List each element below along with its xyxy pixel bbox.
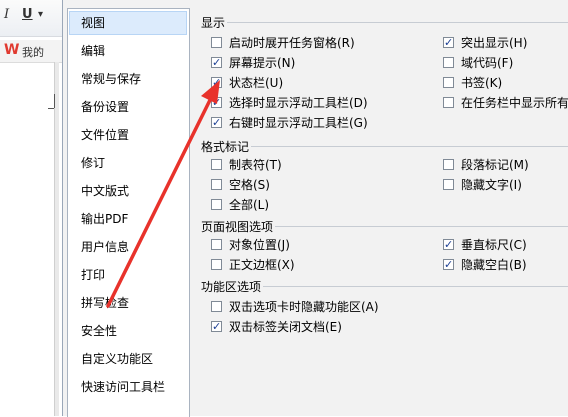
checkbox[interactable]: [443, 34, 454, 52]
nav-item-user-info[interactable]: 用户信息: [69, 235, 187, 259]
nav-item-export-pdf[interactable]: 输出PDF: [69, 207, 187, 231]
checkbox[interactable]: [211, 199, 222, 210]
checkbox[interactable]: [443, 97, 454, 108]
checkbox[interactable]: [211, 159, 222, 170]
checkbox[interactable]: [211, 37, 222, 48]
checkbox[interactable]: [443, 159, 454, 170]
underline-button[interactable]: U: [22, 6, 33, 24]
section-title-format-marks: 格式标记: [201, 140, 250, 154]
checkbox[interactable]: [211, 114, 222, 132]
wps-logo-icon: W: [4, 42, 20, 58]
checkbox[interactable]: [211, 179, 222, 190]
checkbox[interactable]: [211, 94, 222, 112]
option-show-all-windows-taskbar[interactable]: 在任务栏中显示所有窗口: [443, 94, 568, 112]
text-cursor-mark: [54, 94, 55, 108]
nav-item-view[interactable]: 视图: [69, 11, 187, 35]
section-divider: [275, 226, 568, 227]
checkbox[interactable]: [211, 318, 222, 336]
checkbox[interactable]: [211, 239, 222, 250]
checkbox[interactable]: [443, 57, 454, 68]
options-dialog: 视图 编辑 常规与保存 备份设置 文件位置 修订 中文版式 输出PDF 用户信息…: [62, 0, 568, 417]
document-tab[interactable]: W 我的: [0, 40, 62, 63]
nav-item-security[interactable]: 安全性: [69, 319, 187, 343]
background-toolbar: I U ▾: [0, 0, 62, 37]
section-title-page-view: 页面视图选项: [201, 220, 274, 234]
checkbox[interactable]: [443, 179, 454, 190]
document-tab-label: 我的: [22, 46, 44, 59]
nav-item-print[interactable]: 打印: [69, 263, 187, 287]
section-divider: [227, 22, 568, 23]
section-title-display: 显示: [201, 16, 226, 30]
nav-item-quick-access[interactable]: 快速访问工具栏: [69, 375, 187, 399]
section-divider: [263, 286, 568, 287]
section-divider: [251, 146, 568, 147]
checkbox[interactable]: [443, 256, 454, 274]
nav-item-file-location[interactable]: 文件位置: [69, 123, 187, 147]
checkbox[interactable]: [211, 54, 222, 72]
nav-item-chinese-layout[interactable]: 中文版式: [69, 179, 187, 203]
nav-item-spell-check[interactable]: 拼写检查: [69, 291, 187, 315]
checkbox[interactable]: [443, 236, 454, 254]
text-cursor-mark: [48, 108, 54, 109]
checkbox[interactable]: [211, 259, 222, 270]
checkbox[interactable]: [211, 301, 222, 312]
section-title-ribbon: 功能区选项: [201, 280, 262, 294]
nav-item-customize-ribbon[interactable]: 自定义功能区: [69, 347, 187, 371]
underline-dropdown-icon[interactable]: ▾: [38, 6, 43, 24]
nav-item-general-save[interactable]: 常规与保存: [69, 67, 187, 91]
nav-item-backup[interactable]: 备份设置: [69, 95, 187, 119]
checkbox[interactable]: [443, 77, 454, 88]
nav-item-edit[interactable]: 编辑: [69, 39, 187, 63]
options-nav: 视图 编辑 常规与保存 备份设置 文件位置 修订 中文版式 输出PDF 用户信息…: [67, 8, 190, 417]
vertical-ruler: [54, 62, 59, 416]
nav-item-revision[interactable]: 修订: [69, 151, 187, 175]
italic-button[interactable]: I: [4, 6, 9, 24]
background-document: I U ▾ W 我的: [0, 0, 62, 416]
view-options-panel: 显示 启动时展开任务窗格(R) 屏幕提示(N) 状态栏(U) 选择时显示浮动工具…: [197, 10, 568, 416]
checkbox[interactable]: [211, 74, 222, 92]
